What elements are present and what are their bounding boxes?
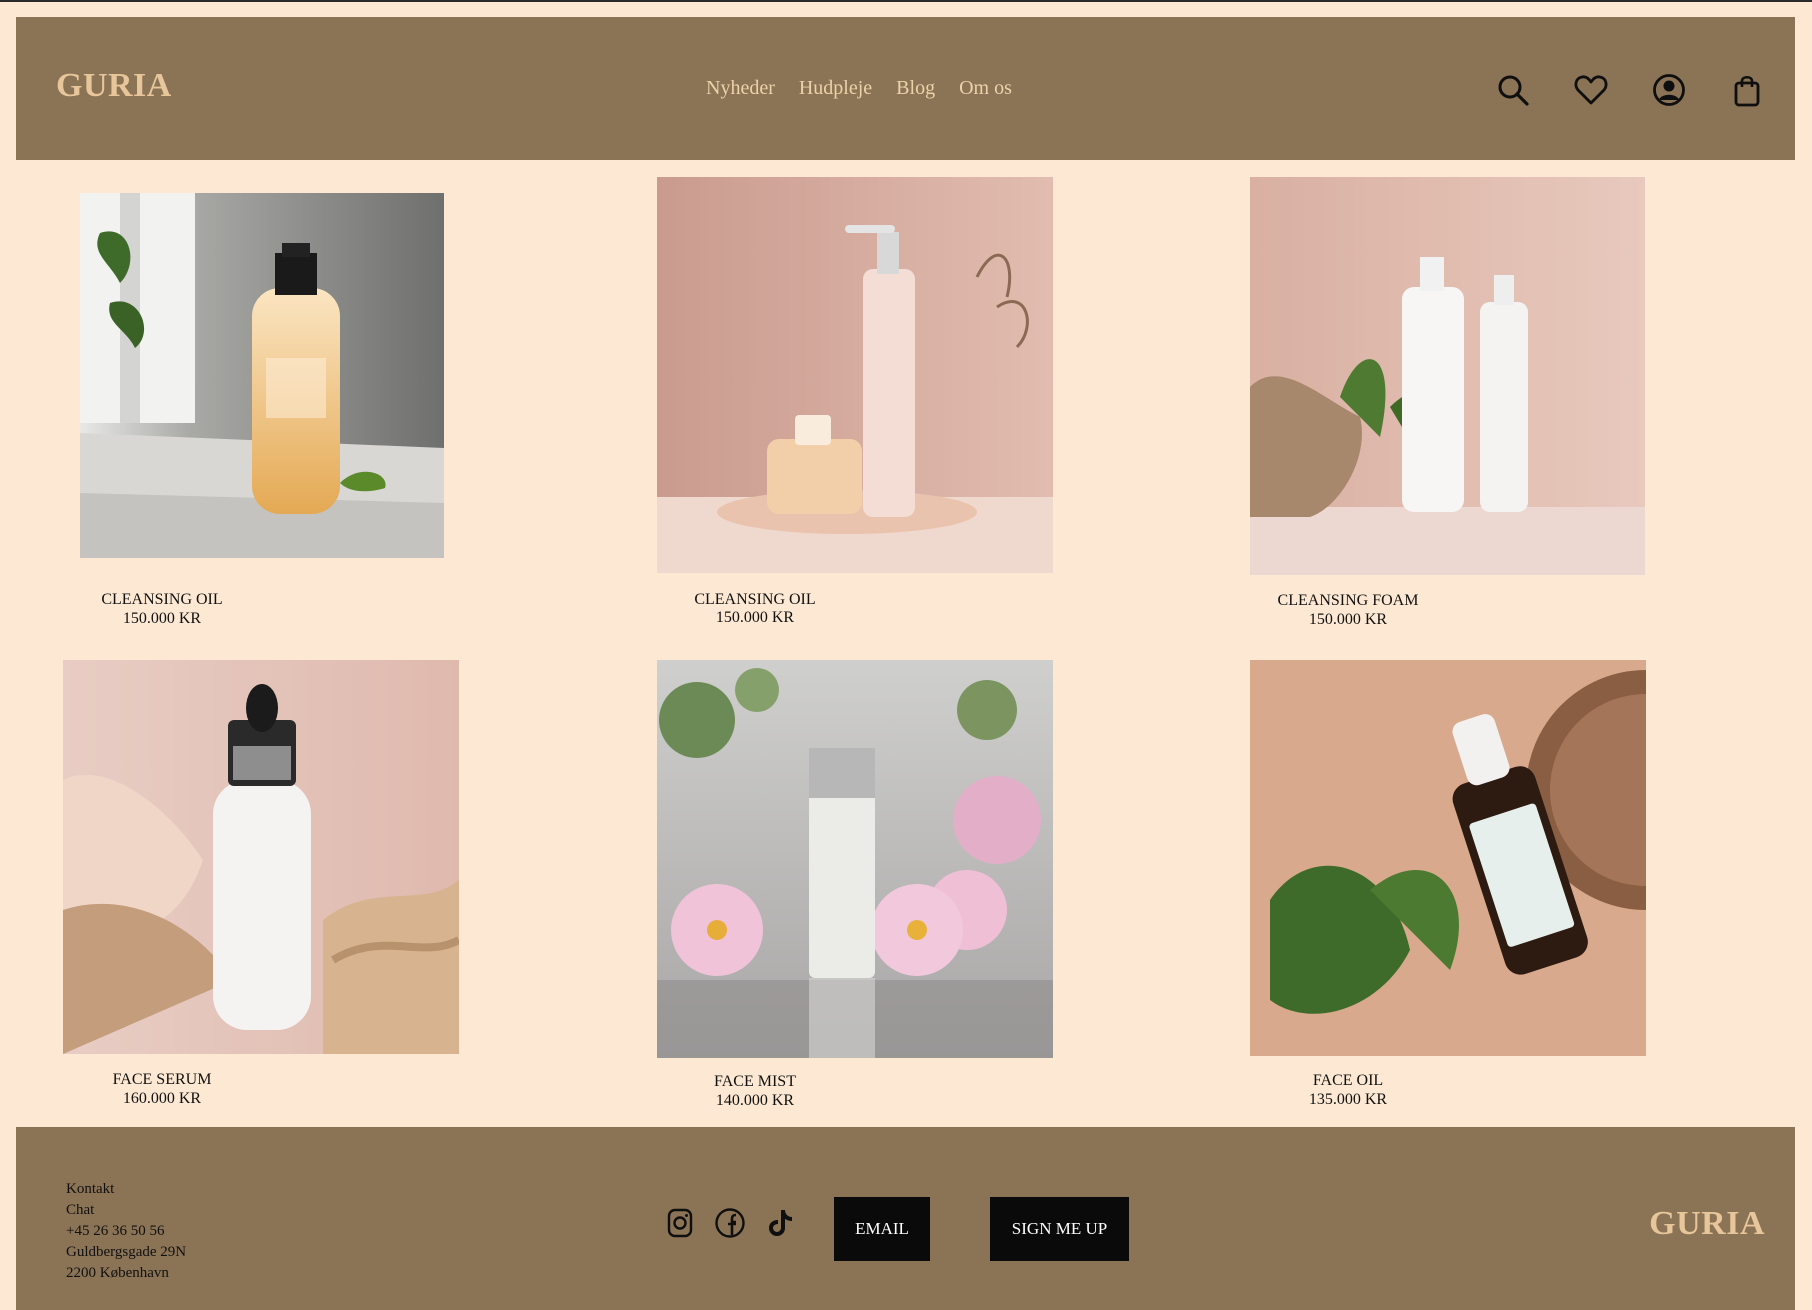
- product-image[interactable]: [63, 660, 459, 1054]
- product-price: 150.000 KR: [122, 610, 202, 627]
- heart-icon[interactable]: [1573, 72, 1609, 108]
- product-image[interactable]: [1250, 660, 1646, 1056]
- product-price: 135.000 KR: [1308, 1091, 1388, 1108]
- header-logo[interactable]: GURIA: [56, 67, 172, 105]
- main-nav: Nyheder Hudpleje Blog Om os: [706, 77, 1012, 100]
- contact-heading[interactable]: Kontakt: [66, 1179, 186, 1200]
- nav-item-blog[interactable]: Blog: [896, 77, 935, 100]
- product-price: 150.000 KR: [715, 609, 795, 626]
- product-name[interactable]: CLEANSING OIL: [52, 591, 272, 609]
- chat-link[interactable]: Chat: [66, 1200, 186, 1221]
- product-name[interactable]: CLEANSING OIL: [645, 591, 865, 609]
- address-street: Guldbergsgade 29N: [66, 1244, 187, 1260]
- email-button[interactable]: EMAIL: [834, 1197, 930, 1261]
- sign-me-up-button[interactable]: SIGN ME UP: [990, 1197, 1129, 1261]
- instagram-icon[interactable]: [664, 1207, 696, 1239]
- product-price: 160.000 KR: [122, 1090, 202, 1107]
- tiktok-icon[interactable]: [764, 1207, 796, 1239]
- footer-logo[interactable]: GURIA: [1649, 1205, 1765, 1243]
- facebook-icon[interactable]: [714, 1207, 746, 1239]
- product-name[interactable]: FACE SERUM: [52, 1071, 272, 1089]
- search-icon[interactable]: [1495, 72, 1531, 108]
- product-image[interactable]: [80, 193, 444, 558]
- product-image[interactable]: [657, 660, 1053, 1058]
- site-footer: Kontakt Chat +45 26 36 50 56 Guldbergsga…: [16, 1127, 1795, 1310]
- nav-item-nyheder[interactable]: Nyheder: [706, 77, 775, 100]
- product-name[interactable]: FACE OIL: [1238, 1072, 1458, 1090]
- top-border: [0, 0, 1812, 2]
- contact-info: Kontakt Chat +45 26 36 50 56 Guldbergsga…: [66, 1179, 186, 1284]
- product-image[interactable]: [657, 177, 1053, 573]
- nav-item-om-os[interactable]: Om os: [959, 77, 1012, 100]
- product-price: 150.000 KR: [1308, 611, 1388, 628]
- header-icons: [1495, 72, 1795, 112]
- account-icon[interactable]: [1651, 72, 1687, 108]
- bag-icon[interactable]: [1729, 72, 1765, 108]
- product-image[interactable]: [1250, 177, 1645, 575]
- site-header: GURIA Nyheder Hudpleje Blog Om os: [16, 17, 1795, 160]
- product-name[interactable]: CLEANSING FOAM: [1238, 592, 1458, 610]
- phone-number[interactable]: +45 26 36 50 56: [66, 1221, 186, 1242]
- nav-item-hudpleje[interactable]: Hudpleje: [799, 77, 872, 100]
- product-price: 140.000 KR: [715, 1092, 795, 1109]
- address-city: 2200 København: [66, 1265, 169, 1281]
- product-name[interactable]: FACE MIST: [645, 1073, 865, 1091]
